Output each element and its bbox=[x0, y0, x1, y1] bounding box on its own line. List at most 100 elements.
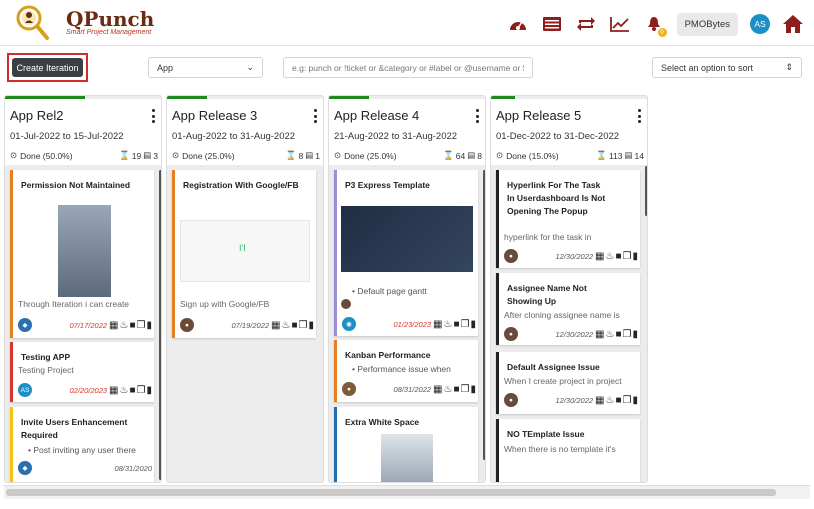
trash-icon[interactable]: ▮ bbox=[632, 329, 638, 340]
trash-icon[interactable]: ▮ bbox=[470, 384, 476, 395]
assignee-avatar[interactable]: ◆ bbox=[18, 318, 32, 332]
column-scrollbar[interactable] bbox=[159, 170, 161, 480]
copy-icon[interactable]: ❐ bbox=[137, 385, 146, 396]
card-description: When there is no template it's bbox=[504, 444, 616, 454]
notification-bell-icon[interactable]: 0 bbox=[643, 13, 667, 37]
comment-icon[interactable]: ■ bbox=[615, 251, 621, 262]
comment-icon[interactable]: ■ bbox=[129, 320, 135, 331]
copy-icon[interactable]: ❐ bbox=[623, 329, 632, 340]
board-horizontal-scrollbar[interactable] bbox=[4, 485, 810, 499]
kebab-menu-icon[interactable] bbox=[636, 109, 642, 123]
copy-icon[interactable]: ❐ bbox=[623, 251, 632, 262]
assignee-avatar[interactable]: AS bbox=[18, 383, 32, 397]
iteration-title[interactable]: App Rel2 bbox=[10, 108, 63, 123]
user-avatar[interactable]: AS bbox=[750, 14, 770, 34]
priority-icon[interactable]: ♨ bbox=[120, 385, 129, 396]
assignee-avatar[interactable]: ● bbox=[504, 393, 518, 407]
done-status: ⊙ Done (50.0%) bbox=[10, 150, 73, 161]
punch-search-input[interactable] bbox=[283, 57, 533, 78]
priority-icon[interactable]: ♨ bbox=[120, 320, 129, 331]
calendar-icon[interactable]: ▦ bbox=[595, 251, 604, 262]
assignee-avatar[interactable]: ● bbox=[342, 382, 356, 396]
punch-card[interactable]: Registration With Google/FB I'I Sign up … bbox=[172, 170, 316, 338]
kebab-menu-icon[interactable] bbox=[474, 109, 480, 123]
reports-chart-icon[interactable] bbox=[609, 13, 631, 35]
priority-icon[interactable]: ♨ bbox=[444, 319, 453, 330]
card-footer: ◆ 08/31/2020 bbox=[18, 460, 152, 476]
attachment-image[interactable] bbox=[341, 206, 473, 272]
priority-icon[interactable]: ♨ bbox=[606, 329, 615, 340]
trash-icon[interactable]: ▮ bbox=[632, 251, 638, 262]
kebab-menu-icon[interactable] bbox=[312, 109, 318, 123]
copy-icon[interactable]: ❐ bbox=[461, 319, 470, 330]
scrollbar-thumb[interactable] bbox=[6, 489, 776, 496]
create-iteration-button[interactable]: Create Iteration bbox=[12, 58, 83, 77]
iteration-title[interactable]: App Release 3 bbox=[172, 108, 257, 123]
attachment-image[interactable] bbox=[58, 205, 111, 297]
chevron-down-icon: ⌄ bbox=[246, 62, 254, 72]
punch-card[interactable]: Permission Not Maintained Through Iterat… bbox=[10, 170, 154, 338]
card-bullet-text: • Performance issue when bbox=[352, 364, 451, 374]
column-scrollbar[interactable] bbox=[483, 170, 485, 460]
card-action-icons: ▦ ♨ ■ ❐ ▮ bbox=[271, 320, 314, 331]
priority-icon[interactable]: ♨ bbox=[282, 320, 291, 331]
hourglass-icon: ⌛ bbox=[119, 150, 130, 160]
iteration-title[interactable]: App Release 4 bbox=[334, 108, 419, 123]
kebab-menu-icon[interactable] bbox=[150, 109, 156, 123]
organization-selector[interactable]: PMOBytes bbox=[676, 12, 738, 36]
comment-icon[interactable]: ■ bbox=[291, 320, 297, 331]
dashboard-gauge-icon[interactable] bbox=[507, 13, 529, 35]
trash-icon[interactable]: ▮ bbox=[146, 385, 152, 396]
calendar-icon[interactable]: ▦ bbox=[109, 320, 118, 331]
attachment-image[interactable]: I'I bbox=[180, 220, 310, 282]
punch-card[interactable]: Invite Users Enhancement Required • Post… bbox=[10, 407, 154, 482]
copy-icon[interactable]: ❐ bbox=[461, 384, 470, 395]
punch-card[interactable]: P3 Express Template • Default page gantt… bbox=[334, 170, 478, 336]
card-action-icons: ▦ ♨ ■ ❐ ▮ bbox=[595, 329, 638, 340]
punch-card[interactable]: Hyperlink For The Task In Userdashboard … bbox=[496, 170, 640, 268]
punch-card[interactable]: Assignee Name Not Showing Up After cloni… bbox=[496, 273, 640, 345]
assignee-avatar[interactable]: ● bbox=[504, 249, 518, 263]
qpunch-logo[interactable]: QPunch Smart Project Management bbox=[14, 4, 154, 42]
punch-card[interactable]: Testing APP Testing Project AS 02/20/202… bbox=[10, 342, 154, 402]
trash-icon[interactable]: ▮ bbox=[146, 320, 152, 331]
comment-icon[interactable]: ■ bbox=[129, 385, 135, 396]
calendar-icon[interactable]: ▦ bbox=[595, 329, 604, 340]
sort-select[interactable]: Select an option to sort ⇕ bbox=[652, 57, 802, 78]
calendar-icon[interactable]: ▦ bbox=[271, 320, 280, 331]
calendar-icon[interactable]: ▦ bbox=[109, 385, 118, 396]
priority-icon[interactable]: ♨ bbox=[606, 395, 615, 406]
punch-card[interactable]: Kanban Performance • Performance issue w… bbox=[334, 340, 478, 402]
iteration-title[interactable]: App Release 5 bbox=[496, 108, 581, 123]
trash-icon[interactable]: ▮ bbox=[632, 395, 638, 406]
priority-icon[interactable]: ♨ bbox=[606, 251, 615, 262]
trash-icon[interactable]: ▮ bbox=[308, 320, 314, 331]
iteration-cycle-icon[interactable] bbox=[575, 13, 597, 35]
copy-icon[interactable]: ❐ bbox=[137, 320, 146, 331]
project-select[interactable]: App ⌄ bbox=[148, 57, 263, 78]
comment-icon[interactable]: ■ bbox=[615, 329, 621, 340]
home-icon[interactable] bbox=[782, 13, 804, 35]
punch-card[interactable]: NO TEmplate Issue When there is no templ… bbox=[496, 419, 640, 482]
comment-icon[interactable]: ■ bbox=[615, 395, 621, 406]
calendar-icon[interactable]: ▦ bbox=[595, 395, 604, 406]
column-scrollbar[interactable] bbox=[645, 166, 647, 216]
card-description: Testing Project bbox=[18, 365, 74, 375]
punch-card[interactable]: Default Assignee Issue When I create pro… bbox=[496, 352, 640, 414]
assignee-avatar[interactable]: ● bbox=[504, 327, 518, 341]
copy-icon[interactable]: ❐ bbox=[623, 395, 632, 406]
punch-card[interactable]: Extra White Space bbox=[334, 407, 478, 482]
comment-icon[interactable]: ■ bbox=[453, 319, 459, 330]
priority-icon[interactable]: ♨ bbox=[444, 384, 453, 395]
assignee-avatar[interactable]: ● bbox=[180, 318, 194, 332]
assignee-avatar[interactable]: ◉ bbox=[342, 317, 356, 331]
calendar-icon[interactable]: ▦ bbox=[433, 319, 442, 330]
calendar-icon[interactable]: ▦ bbox=[433, 384, 442, 395]
comment-icon[interactable]: ■ bbox=[453, 384, 459, 395]
attachment-image[interactable] bbox=[381, 434, 433, 482]
assignee-avatar[interactable] bbox=[341, 299, 351, 309]
list-view-icon[interactable] bbox=[541, 13, 563, 35]
assignee-avatar[interactable]: ◆ bbox=[18, 461, 32, 475]
copy-icon[interactable]: ❐ bbox=[299, 320, 308, 331]
trash-icon[interactable]: ▮ bbox=[470, 319, 476, 330]
